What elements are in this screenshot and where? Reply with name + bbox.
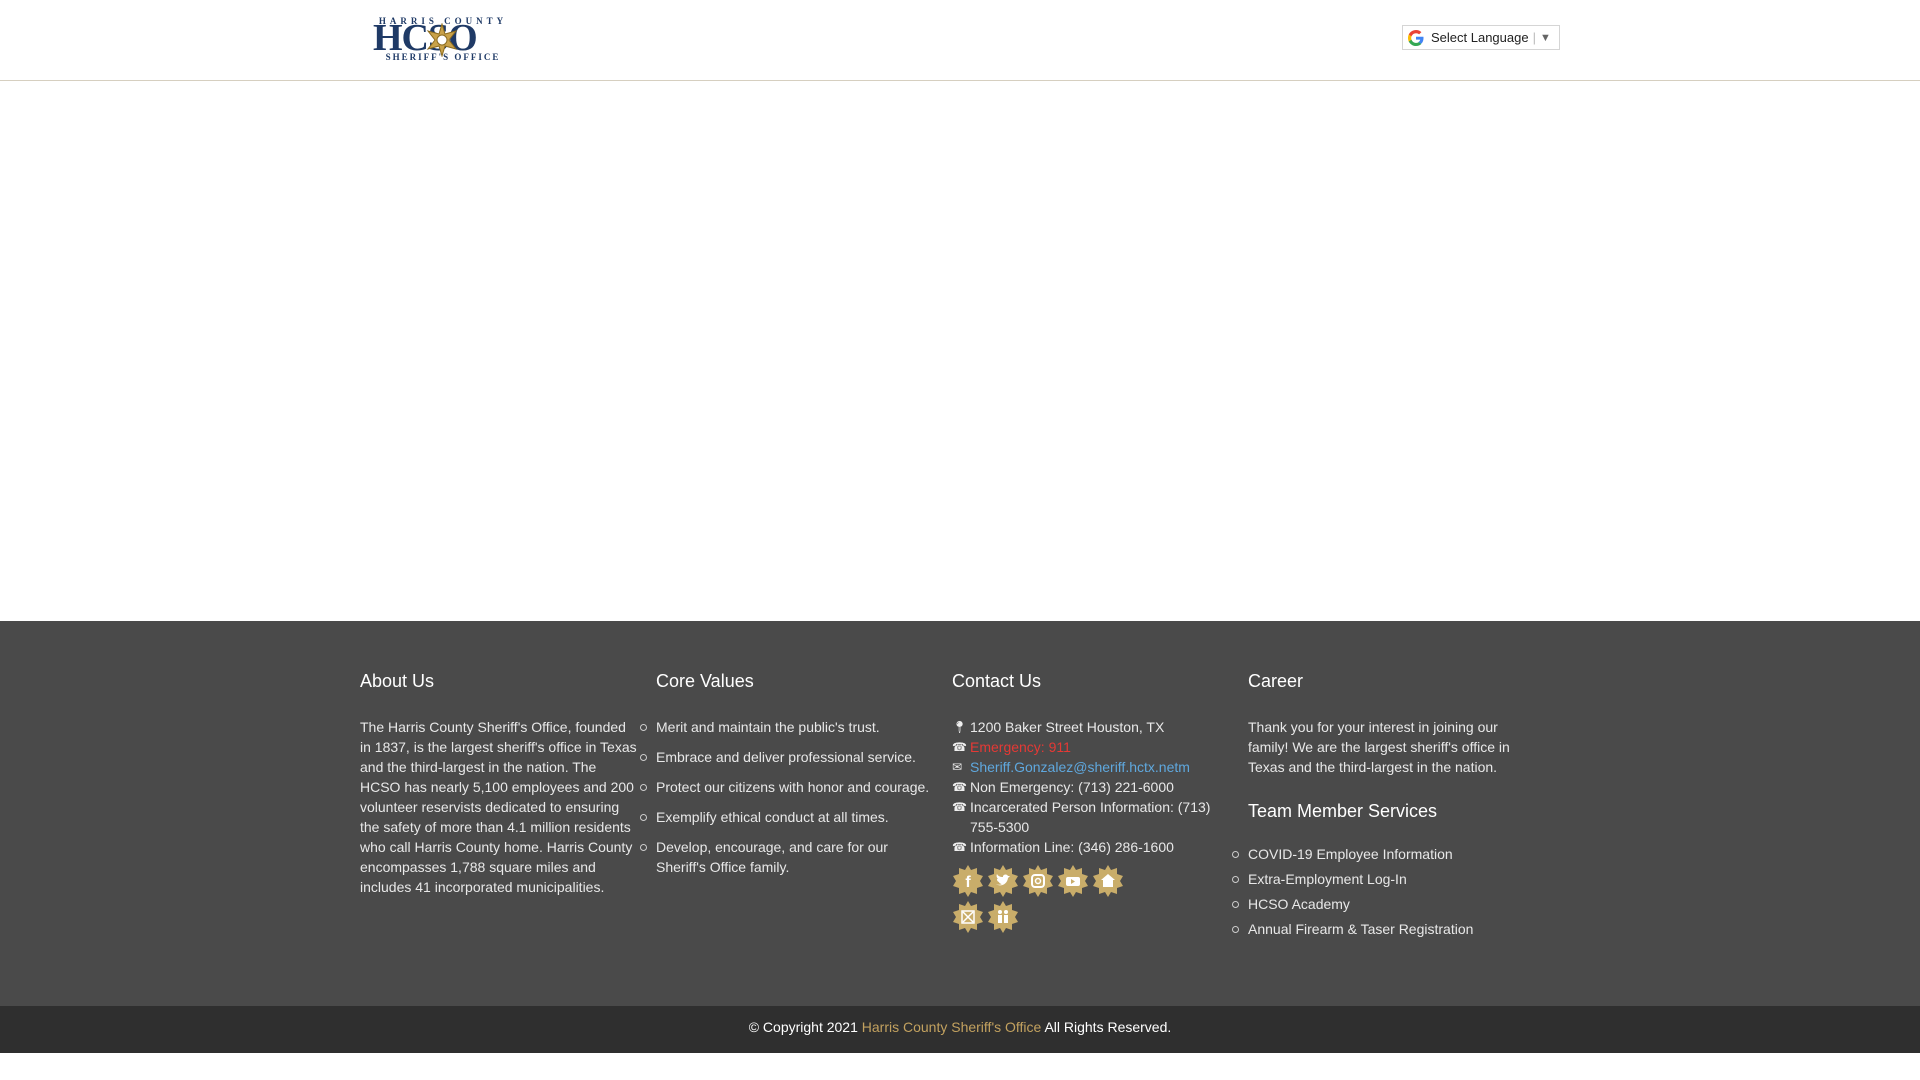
language-separator: | bbox=[1532, 30, 1536, 45]
language-select-label: Select Language bbox=[1431, 30, 1529, 45]
about-section: About Us The Harris County Sheriff's Off… bbox=[360, 671, 640, 897]
service-link-academy[interactable]: HCSO Academy bbox=[1232, 894, 1528, 914]
contact-title: Contact Us bbox=[952, 671, 1042, 691]
list-item: Exemplify ethical conduct at all times. bbox=[640, 807, 936, 827]
copyright-brand-link[interactable]: Harris County Sheriff's Office bbox=[862, 1019, 1042, 1035]
hcso-logo[interactable]: HARRIS COUNTY HCSO SHERIFF'S OFFICE bbox=[373, 16, 513, 62]
emergency-text: Emergency: 911 bbox=[970, 739, 1071, 755]
social-links: f bbox=[952, 865, 1142, 937]
career-section: Career Thank you for your interest in jo… bbox=[1232, 671, 1528, 944]
list-item: Merit and maintain the public's trust. bbox=[640, 717, 936, 737]
incarcerated-info-text: Incarcerated Person Information: (713) 7… bbox=[970, 799, 1211, 835]
logo-bottom-text: SHERIFF'S OFFICE bbox=[385, 52, 501, 62]
about-title: About Us bbox=[360, 671, 435, 691]
twitter-icon[interactable] bbox=[987, 865, 1019, 897]
site-header: HARRIS COUNTY HCSO SHERIFF'S OFFICE Sele… bbox=[0, 0, 1920, 81]
career-title: Career bbox=[1248, 671, 1304, 691]
address-text: 1200 Baker Street Houston, TX bbox=[970, 719, 1165, 735]
copyright-prefix: © Copyright 2021 bbox=[748, 1019, 862, 1035]
language-select[interactable]: Select Language | ▼ bbox=[1402, 25, 1560, 50]
telephone-icon: ☎ bbox=[952, 780, 967, 794]
instagram-icon[interactable] bbox=[1022, 865, 1054, 897]
home-icon[interactable] bbox=[1092, 865, 1124, 897]
core-values-section: Core Values Merit and maintain the publi… bbox=[640, 671, 936, 887]
site-footer: About Us The Harris County Sheriff's Off… bbox=[0, 621, 1920, 1006]
svg-text:f: f bbox=[965, 874, 971, 891]
info-line-text: Information Line: (346) 286-1600 bbox=[970, 839, 1174, 855]
mail-icon: ✉ bbox=[952, 760, 963, 774]
google-icon bbox=[1408, 29, 1424, 46]
email-link[interactable]: Sheriff.Gonzalez@sheriff.hctx.netm bbox=[970, 757, 1190, 777]
copyright-suffix: All Rights Reserved. bbox=[1041, 1019, 1172, 1035]
close-icon[interactable] bbox=[952, 901, 984, 933]
list-item: Protect our citizens with honor and cour… bbox=[640, 777, 936, 797]
service-link-covid[interactable]: COVID-19 Employee Information bbox=[1232, 844, 1528, 864]
team-services-title: Team Member Services bbox=[1248, 801, 1438, 821]
telephone-icon: ☎ bbox=[952, 840, 967, 854]
youtube-icon[interactable] bbox=[1057, 865, 1089, 897]
career-text: Thank you for your interest in joining o… bbox=[1248, 719, 1510, 775]
facebook-icon[interactable]: f bbox=[952, 865, 984, 897]
service-link-firearm-registration[interactable]: Annual Firearm & Taser Registration bbox=[1232, 919, 1528, 939]
telephone-icon: ☎ bbox=[952, 800, 967, 814]
map-pin-icon: 📍︎ bbox=[952, 720, 968, 734]
logo-main: HCSO bbox=[373, 19, 513, 57]
non-emergency-text: Non Emergency: (713) 221-6000 bbox=[970, 779, 1174, 795]
about-text: The Harris County Sheriff's Office, foun… bbox=[360, 719, 637, 895]
family-icon[interactable] bbox=[987, 901, 1019, 933]
phone-icon: ☎ bbox=[952, 740, 967, 754]
copyright-bar: © Copyright 2021 Harris County Sheriff's… bbox=[0, 1006, 1920, 1053]
contact-section: Contact Us 📍︎ 1200 Baker Street Houston,… bbox=[952, 671, 1232, 937]
list-item: Develop, encourage, and care for our She… bbox=[640, 837, 936, 877]
chevron-down-icon: ▼ bbox=[1539, 31, 1551, 44]
list-item: Embrace and deliver professional service… bbox=[640, 747, 936, 767]
core-values-title: Core Values bbox=[656, 671, 754, 691]
service-link-extra-employment[interactable]: Extra-Employment Log-In bbox=[1232, 869, 1528, 889]
